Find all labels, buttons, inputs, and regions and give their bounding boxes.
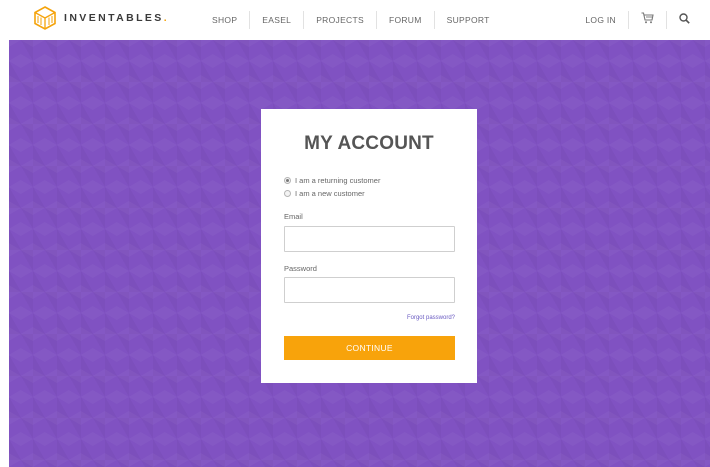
- my-account-card: MY ACCOUNT I am a returning customer I a…: [261, 109, 477, 383]
- new-customer-radio[interactable]: [284, 190, 291, 197]
- cart-button[interactable]: [628, 11, 666, 29]
- email-label: Email: [284, 212, 303, 221]
- brand-name: INVENTABLES.: [64, 12, 170, 24]
- login-link[interactable]: LOG IN: [573, 11, 628, 29]
- brand-logo[interactable]: INVENTABLES.: [34, 6, 169, 30]
- returning-customer-option[interactable]: I am a returning customer: [284, 176, 380, 185]
- password-field[interactable]: [284, 277, 455, 303]
- email-field[interactable]: [284, 226, 455, 252]
- new-customer-label: I am a new customer: [295, 189, 365, 198]
- nav-forum-link[interactable]: FORUM: [375, 11, 434, 29]
- header-tools: LOG IN: [573, 0, 702, 40]
- search-button[interactable]: [666, 11, 702, 29]
- forgot-password-link[interactable]: Forgot password?: [407, 315, 455, 321]
- nav-easel-link[interactable]: EASEL: [249, 11, 303, 29]
- search-icon: [679, 11, 690, 29]
- top-navigation-bar: INVENTABLES. SHOP EASEL PROJECTS FORUM S…: [0, 0, 710, 40]
- nav-projects-link[interactable]: PROJECTS: [303, 11, 376, 29]
- nav-shop-link[interactable]: SHOP: [200, 11, 249, 29]
- login-label: LOG IN: [585, 15, 616, 25]
- returning-customer-label: I am a returning customer: [295, 176, 381, 185]
- continue-button[interactable]: CONTINUE: [284, 336, 455, 360]
- inventables-logo-icon: [34, 6, 56, 30]
- nav-support-link[interactable]: SUPPORT: [433, 11, 502, 29]
- account-title: MY ACCOUNT: [304, 133, 434, 154]
- returning-customer-radio[interactable]: [284, 177, 291, 184]
- cart-icon: [641, 11, 654, 29]
- password-label: Password: [284, 264, 317, 273]
- main-nav: SHOP EASEL PROJECTS FORUM SUPPORT: [200, 0, 502, 40]
- new-customer-option[interactable]: I am a new customer: [284, 189, 365, 198]
